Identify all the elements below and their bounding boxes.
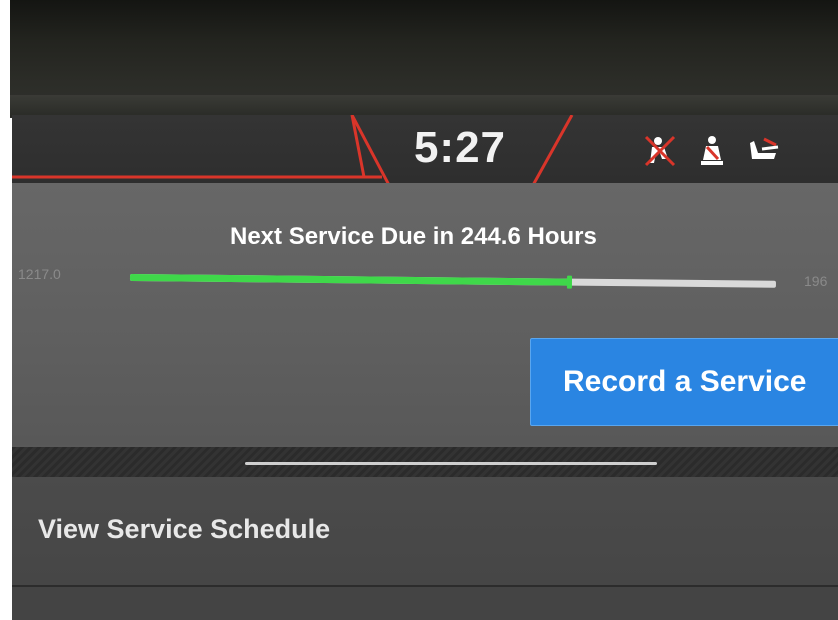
bezel-edge: [10, 95, 838, 117]
menu-item-view-service-schedule[interactable]: View Service Schedule: [12, 477, 838, 585]
clock: 5:27: [413, 123, 507, 172]
service-panel: Next Service Due in 244.6 Hours 1217.0 1…: [12, 183, 838, 445]
display-photo: 5:27 Next Service Due in 244.6 Hours 121…: [0, 0, 838, 620]
service-progress-fill: [129, 274, 570, 286]
next-service-label: Next Service Due in 244.6 Hours: [230, 223, 597, 250]
status-icons: [642, 133, 782, 169]
menu-item-label: View Service Schedule: [38, 514, 331, 544]
display-screen: 5:27 Next Service Due in 244.6 Hours 121…: [12, 115, 838, 620]
seatbelt-warning-icon: [644, 135, 676, 167]
clock-frame-left: [12, 115, 366, 179]
range-min-label: 1217.0: [18, 266, 61, 282]
scroll-indicator[interactable]: [245, 462, 657, 465]
seatbelt-operator-icon: [701, 136, 723, 165]
record-service-button[interactable]: Record a Service: [530, 338, 838, 426]
seat-adjust-icon: [750, 137, 779, 159]
menu-item-next[interactable]: [12, 587, 838, 620]
service-progress-marker: [567, 275, 573, 289]
range-max-label: 196: [804, 273, 828, 289]
service-progress-bar: [129, 274, 777, 289]
status-bar: 5:27: [12, 115, 838, 183]
